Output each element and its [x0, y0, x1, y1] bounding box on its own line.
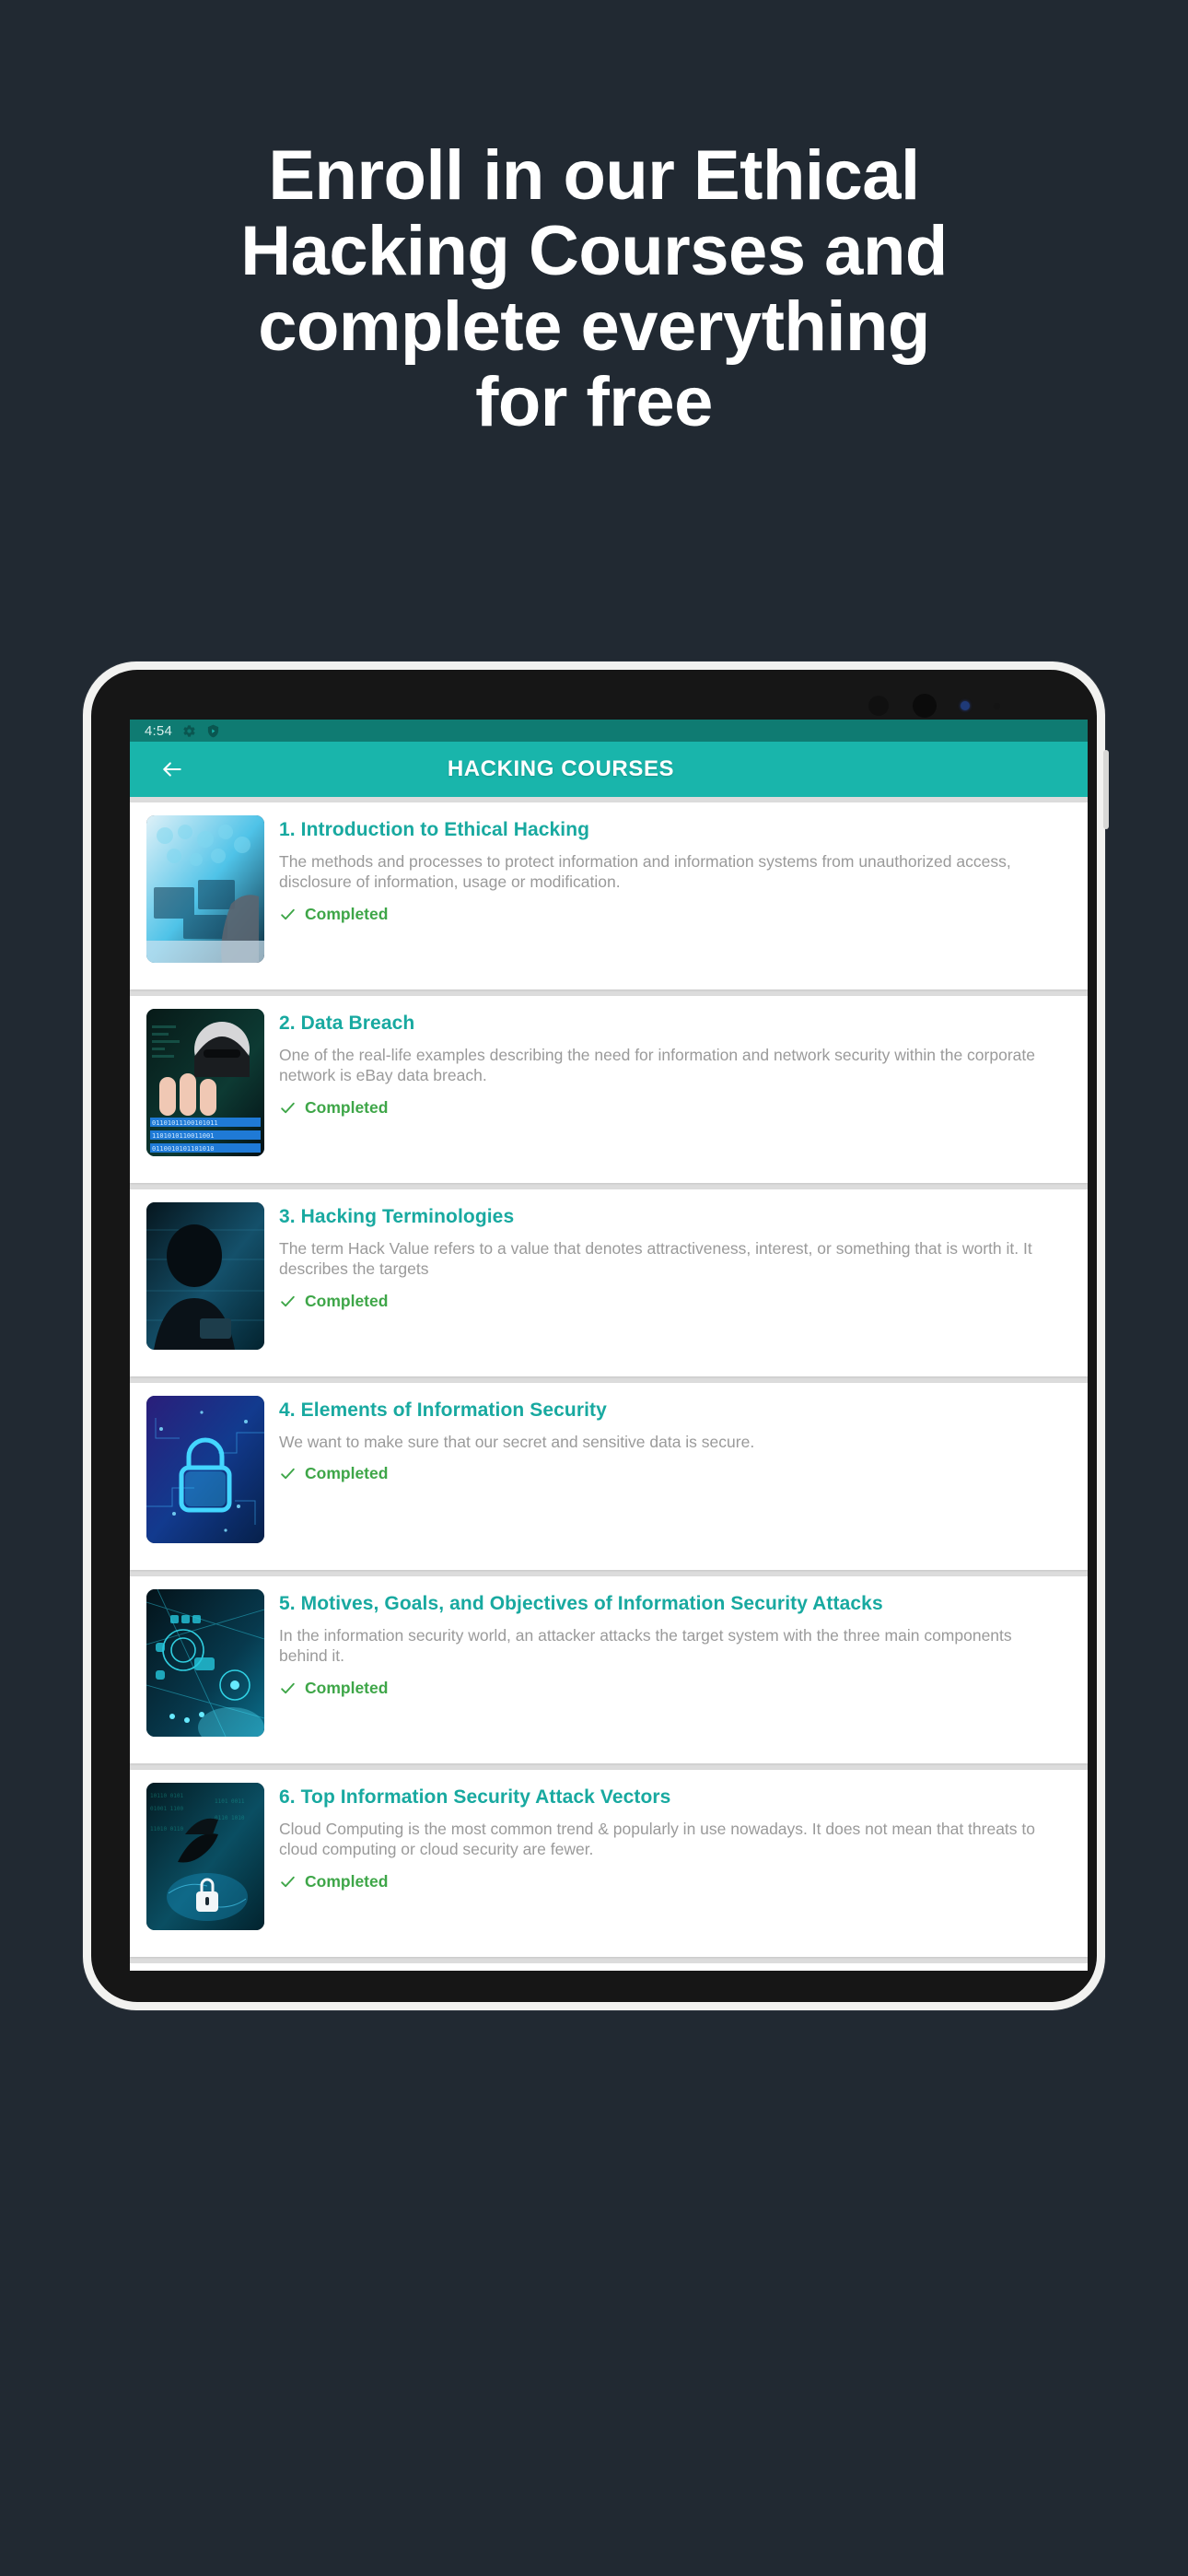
hooded-hacker-binary-thumbnail: 01101011100101011 1101010110011001 01100… — [146, 1009, 264, 1156]
card-body: 1. Introduction to Ethical Hacking The m… — [279, 815, 1088, 977]
list-item[interactable]: 10110 0101 01001 1100 1101 0011 0110 1010 … — [130, 1770, 1088, 1957]
status-badge: Completed — [279, 1464, 1088, 1483]
tablet-device-frame: 4:54 HACKING COURSES 1. Introduction to … — [83, 662, 1109, 2010]
app-bar: HACKING COURSES — [130, 742, 1088, 797]
status-bar: 4:54 — [130, 720, 1088, 742]
card-body: 2. Data Breach One of the real-life exam… — [279, 1009, 1088, 1170]
tablet-bezel: 4:54 HACKING COURSES 1. Introduction to … — [91, 670, 1097, 2002]
course-title: 3. Hacking Terminologies — [279, 1206, 515, 1227]
status-badge: Completed — [279, 905, 1088, 924]
svg-text:11010 0110: 11010 0110 — [150, 1826, 184, 1832]
status-label: Completed — [305, 1678, 389, 1697]
front-sensors — [868, 694, 1000, 718]
check-icon — [279, 1873, 297, 1891]
status-label: Completed — [305, 1871, 389, 1891]
hacker-cloud-lock-thumbnail: 10110 0101 01001 1100 1101 0011 0110 1010 … — [146, 1783, 264, 1930]
svg-text:0110 1010: 0110 1010 — [215, 1815, 245, 1821]
power-button[interactable] — [1103, 750, 1109, 829]
card-body: 6. Top Information Security Attack Vecto… — [279, 1783, 1088, 1944]
course-description: In the information security world, an at… — [279, 1626, 1012, 1666]
card-body: 3. Hacking Terminologies The term Hack V… — [279, 1202, 1088, 1364]
headline-line-3: complete everything — [258, 287, 930, 367]
blue-padlock-circuit-thumbnail — [146, 1396, 264, 1543]
list-item[interactable]: 5. Motives, Goals, and Objectives of Inf… — [130, 1576, 1088, 1763]
svg-text:1101010110011001: 1101010110011001 — [152, 1132, 214, 1140]
headline-line-1: Enroll in our Ethical — [268, 136, 920, 215]
list-item[interactable]: 01101011100101011 1101010110011001 01100… — [130, 996, 1088, 1183]
status-label: Completed — [305, 904, 389, 923]
course-description: Cloud Computing is the most common trend… — [279, 1820, 1035, 1859]
status-badge: Completed — [279, 1872, 1088, 1891]
course-description: We want to make sure that our secret and… — [279, 1433, 755, 1451]
course-list[interactable]: 1. Introduction to Ethical Hacking The m… — [130, 797, 1088, 1971]
promo-screenshot: Enroll in our Ethical Hacking Courses an… — [0, 0, 1188, 2576]
list-item[interactable]: 4. Elements of Information Security We w… — [130, 1383, 1088, 1570]
cyber-network-hud-thumbnail — [146, 1589, 264, 1737]
check-icon — [279, 1680, 297, 1697]
course-description: The term Hack Value refers to a value th… — [279, 1239, 1032, 1279]
list-bottom-spacer — [130, 1963, 1088, 1971]
svg-text:0110010101101010: 0110010101101010 — [152, 1145, 214, 1153]
camera-lens-secondary-icon — [913, 694, 937, 718]
svg-text:1101 0011: 1101 0011 — [215, 1798, 245, 1805]
course-title: 4. Elements of Information Security — [279, 1399, 607, 1421]
tablet-screen: 4:54 HACKING COURSES 1. Introduction to … — [130, 720, 1088, 1971]
card-body: 4. Elements of Information Security We w… — [279, 1396, 1088, 1557]
list-item[interactable]: 1. Introduction to Ethical Hacking The m… — [130, 802, 1088, 989]
course-description: The methods and processes to protect inf… — [279, 852, 1011, 892]
silhouette-hacker-thumbnail — [146, 1202, 264, 1350]
gear-icon — [182, 724, 196, 738]
status-label: Completed — [305, 1464, 389, 1483]
check-icon — [279, 1099, 297, 1117]
headline-line-2: Hacking Courses and — [240, 212, 948, 291]
course-title: 5. Motives, Goals, and Objectives of Inf… — [279, 1593, 883, 1614]
hacker-multiple-monitors-thumbnail — [146, 815, 264, 963]
page-title: Enroll in our Ethical Hacking Courses an… — [0, 136, 1188, 442]
app-bar-title: HACKING COURSES — [447, 756, 675, 781]
list-item[interactable]: 3. Hacking Terminologies The term Hack V… — [130, 1189, 1088, 1376]
status-bar-clock: 4:54 — [145, 722, 172, 739]
back-arrow-icon[interactable] — [154, 751, 191, 788]
status-label: Completed — [305, 1291, 389, 1310]
status-badge: Completed — [279, 1098, 1088, 1118]
svg-text:01001 1100: 01001 1100 — [150, 1806, 184, 1812]
course-title: 2. Data Breach — [279, 1013, 415, 1034]
course-title: 1. Introduction to Ethical Hacking — [279, 819, 590, 840]
check-icon — [279, 906, 297, 923]
status-badge: Completed — [279, 1292, 1088, 1311]
course-description: One of the real-life examples describing… — [279, 1046, 1035, 1085]
svg-text:10110 0101: 10110 0101 — [150, 1793, 184, 1799]
proximity-sensor-icon — [994, 702, 1000, 709]
indicator-led-icon — [961, 701, 970, 710]
svg-text:01101011100101011: 01101011100101011 — [152, 1119, 218, 1127]
check-icon — [279, 1293, 297, 1310]
camera-lens-icon — [868, 696, 889, 716]
card-body: 5. Motives, Goals, and Objectives of Inf… — [279, 1589, 1088, 1751]
status-badge: Completed — [279, 1679, 1088, 1698]
headline-line-4: for free — [475, 363, 713, 442]
status-label: Completed — [305, 1097, 389, 1117]
course-title: 6. Top Information Security Attack Vecto… — [279, 1786, 671, 1808]
check-icon — [279, 1465, 297, 1482]
shield-play-icon — [206, 724, 220, 738]
